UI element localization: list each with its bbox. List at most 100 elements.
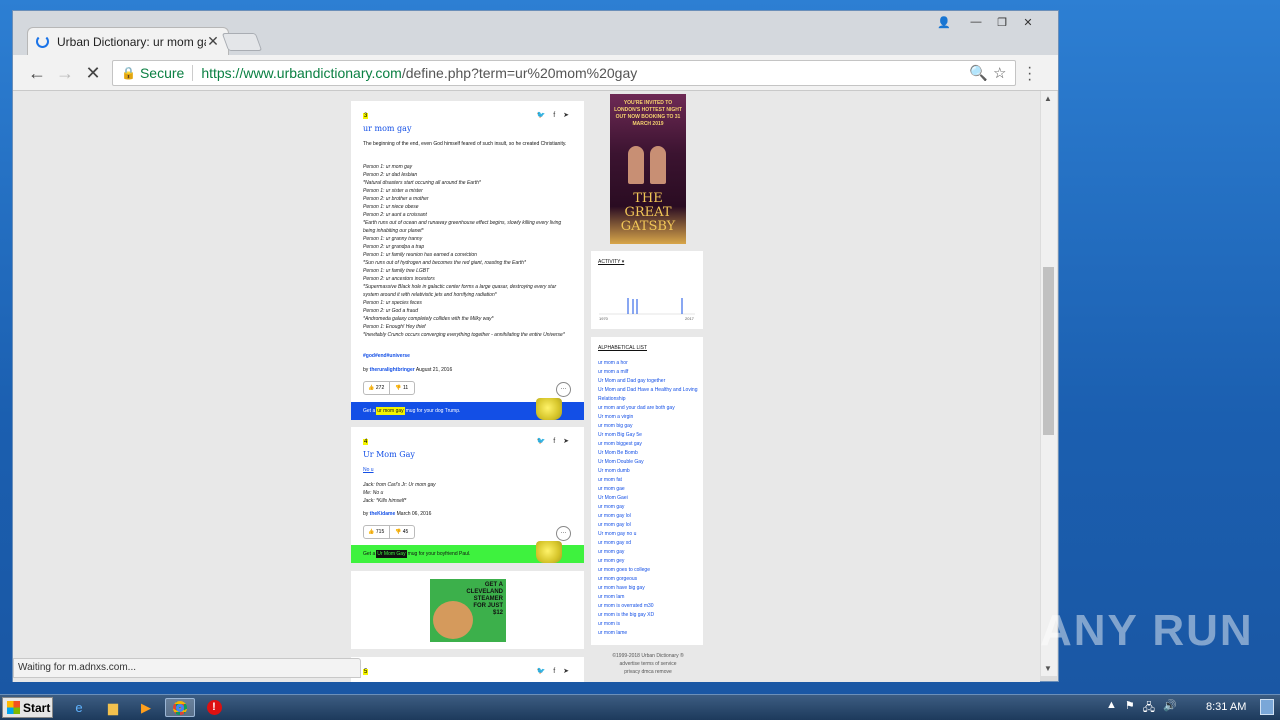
show-desktop-button[interactable]	[1260, 699, 1274, 715]
author-link[interactable]: theruralightbringer	[370, 367, 415, 373]
banner-tagline: YOU'RE INVITED TO LONDON'S HOTTEST NIGHT…	[614, 100, 682, 127]
definition-byline: by theruralightbringer August 21, 2016	[363, 367, 453, 373]
list-item[interactable]: ur mom have big gay	[598, 584, 698, 593]
user-profile-icon[interactable]: 👤	[931, 13, 957, 31]
more-options-icon[interactable]: ···	[556, 382, 571, 397]
list-item[interactable]: ur mom gay	[598, 548, 698, 557]
share-icons[interactable]: 🐦 f ➤	[537, 111, 572, 119]
alphabetical-list-heading: ALPHABETICAL LIST	[598, 345, 647, 351]
more-options-icon[interactable]: ···	[556, 526, 571, 541]
thumbs-up-button[interactable]: 👍 715	[364, 526, 390, 538]
list-item[interactable]: Ur mom gay no u	[598, 530, 698, 539]
network-icon[interactable]: 🖧	[1143, 699, 1155, 718]
watermark-logo: ANY RUN	[1040, 606, 1254, 655]
bookmark-star-icon[interactable]: ☆	[993, 64, 1006, 82]
lock-icon: 🔒	[121, 66, 136, 80]
browser-menu-icon[interactable]: · · ·	[1027, 60, 1032, 88]
list-item[interactable]: ur mom gay	[598, 503, 698, 512]
list-item[interactable]: Ur Mom Double Gay	[598, 458, 698, 467]
list-item[interactable]: Ur Mom and Dad Have a Healthy and Loving…	[598, 386, 698, 404]
secure-label: Secure	[140, 65, 194, 81]
definition-example: Person 1: ur mom gay Person 2: ur dad le…	[363, 164, 565, 338]
list-item[interactable]: ur mom gay lol	[598, 521, 698, 530]
stop-loading-icon[interactable]: ✕	[81, 61, 105, 85]
minimize-button[interactable]: —	[963, 13, 989, 31]
list-item[interactable]: ur mom biggest gay	[598, 440, 698, 449]
scroll-up-icon[interactable]: ▲	[1044, 94, 1052, 103]
definition-word[interactable]: ur mom gay	[363, 124, 411, 133]
list-item[interactable]: ur mom gae	[598, 485, 698, 494]
list-item[interactable]: Ur Mom Gaei	[598, 494, 698, 503]
tray-overflow-icon[interactable]: ▲	[1106, 699, 1117, 718]
close-tab-icon[interactable]: ✕	[206, 33, 220, 50]
chart-axis-start: 1970	[599, 316, 609, 321]
thumbs-down-button[interactable]: 👎 45	[390, 526, 415, 538]
list-item[interactable]: ur mom goes to college	[598, 566, 698, 575]
internet-explorer-icon[interactable]: e	[68, 698, 90, 717]
share-icons[interactable]: 🐦 f ➤	[537, 667, 572, 675]
list-item[interactable]: ur mom gay lol	[598, 512, 698, 521]
list-item[interactable]: ur mom gorgeous	[598, 575, 698, 584]
media-player-icon[interactable]: ▶	[135, 698, 157, 717]
volume-icon[interactable]: 🔊	[1163, 699, 1177, 718]
action-center-icon[interactable]: ⚑	[1125, 699, 1135, 718]
blocked-app-icon[interactable]: !	[203, 698, 225, 717]
clock[interactable]: 8:31 AM	[1206, 701, 1246, 713]
share-icons[interactable]: 🐦 f ➤	[537, 437, 572, 445]
list-item[interactable]: ur mom big gay	[598, 422, 698, 431]
list-item[interactable]: ur mom gey	[598, 557, 698, 566]
list-item[interactable]: ur mom is the big gay XD	[598, 611, 698, 620]
mug-banner[interactable]: Get a Ur Mom Gay mug for your boyfriend Pa…	[351, 541, 584, 563]
list-item[interactable]: Ur mom a virgin	[598, 413, 698, 422]
back-icon[interactable]: ←	[25, 61, 49, 85]
url-host: https://www.urbandictionary.com	[201, 65, 402, 81]
list-item[interactable]: Ur Mom and Dad gay together	[598, 377, 698, 386]
zoom-icon[interactable]: 🔍	[969, 64, 988, 82]
list-item[interactable]: ur mom and your dad are both gay	[598, 404, 698, 413]
start-button[interactable]: Start	[2, 697, 53, 718]
thumbs-down-button[interactable]: 👎 11	[390, 382, 415, 394]
ad-image[interactable]: GET A CLEVELAND STEAMER FOR JUST $12	[430, 579, 506, 642]
forward-icon[interactable]: →	[53, 61, 77, 85]
active-tab[interactable]: Urban Dictionary: ur mom gay ✕	[27, 27, 229, 55]
definition-word[interactable]: Ur Mom Gay	[363, 450, 415, 459]
scroll-down-icon[interactable]: ▼	[1044, 664, 1052, 673]
definition-number: 5	[363, 669, 369, 675]
file-explorer-icon[interactable]: ▆	[102, 698, 124, 717]
sidebar-ad-banner[interactable]: YOU'RE INVITED TO LONDON'S HOTTEST NIGHT…	[610, 94, 686, 244]
list-item[interactable]: ur mom fat	[598, 476, 698, 485]
close-window-button[interactable]: ✕	[1015, 13, 1041, 31]
chrome-logo-icon	[173, 700, 187, 715]
vertical-scrollbar[interactable]: ▲ ▼	[1041, 91, 1057, 676]
list-item[interactable]: Ur mom Big Gay 5e	[598, 431, 698, 440]
definition-meaning: The beginning of the end, even God himse…	[363, 141, 567, 147]
author-link[interactable]: theKidame	[370, 511, 396, 517]
list-item[interactable]: Ur mom dumb	[598, 467, 698, 476]
list-item[interactable]: ur mom is	[598, 620, 698, 629]
mug-image	[536, 398, 562, 420]
list-item[interactable]: ur mom a hor	[598, 359, 698, 368]
definition-card: 5 🐦 f ➤	[351, 657, 584, 682]
system-tray: ▲ ⚑ 🖧 🔊	[1106, 699, 1177, 718]
footer-links[interactable]: privacy dmca remove	[598, 668, 698, 676]
new-tab-button[interactable]	[221, 33, 263, 51]
footer-links[interactable]: advertise terms of service	[598, 660, 698, 668]
list-item[interactable]: ur mom is overrated m30	[598, 602, 698, 611]
definition-tags[interactable]: #god#end#universe	[363, 353, 410, 359]
list-item[interactable]: ur mom lam	[598, 593, 698, 602]
loading-spinner-icon	[36, 35, 49, 48]
address-bar[interactable]: 🔒 Secure https://www.urbandictionary.com…	[112, 60, 1016, 86]
thumbs-up-button[interactable]: 👍 272	[364, 382, 390, 394]
list-item[interactable]: ur mom a milf	[598, 368, 698, 377]
scrollbar-thumb[interactable]	[1043, 267, 1054, 435]
url-text[interactable]: https://www.urbandictionary.com/define.p…	[201, 65, 637, 81]
chrome-taskbar-icon[interactable]	[165, 698, 195, 717]
restore-button[interactable]: ❐	[989, 13, 1015, 31]
list-item[interactable]: Ur Mom Be Bomb	[598, 449, 698, 458]
alphabetical-list: ur mom a hor ur mom a milf Ur Mom and Da…	[598, 359, 698, 638]
list-item[interactable]: ur mom lame	[598, 629, 698, 638]
mug-banner[interactable]: Get a ur mom gay mug for your dog Trump.	[351, 398, 584, 420]
banner-figure	[650, 146, 666, 184]
tab-strip: Urban Dictionary: ur mom gay ✕ 👤 — ❐ ✕	[13, 11, 1058, 55]
list-item[interactable]: ur mom gay xd	[598, 539, 698, 548]
